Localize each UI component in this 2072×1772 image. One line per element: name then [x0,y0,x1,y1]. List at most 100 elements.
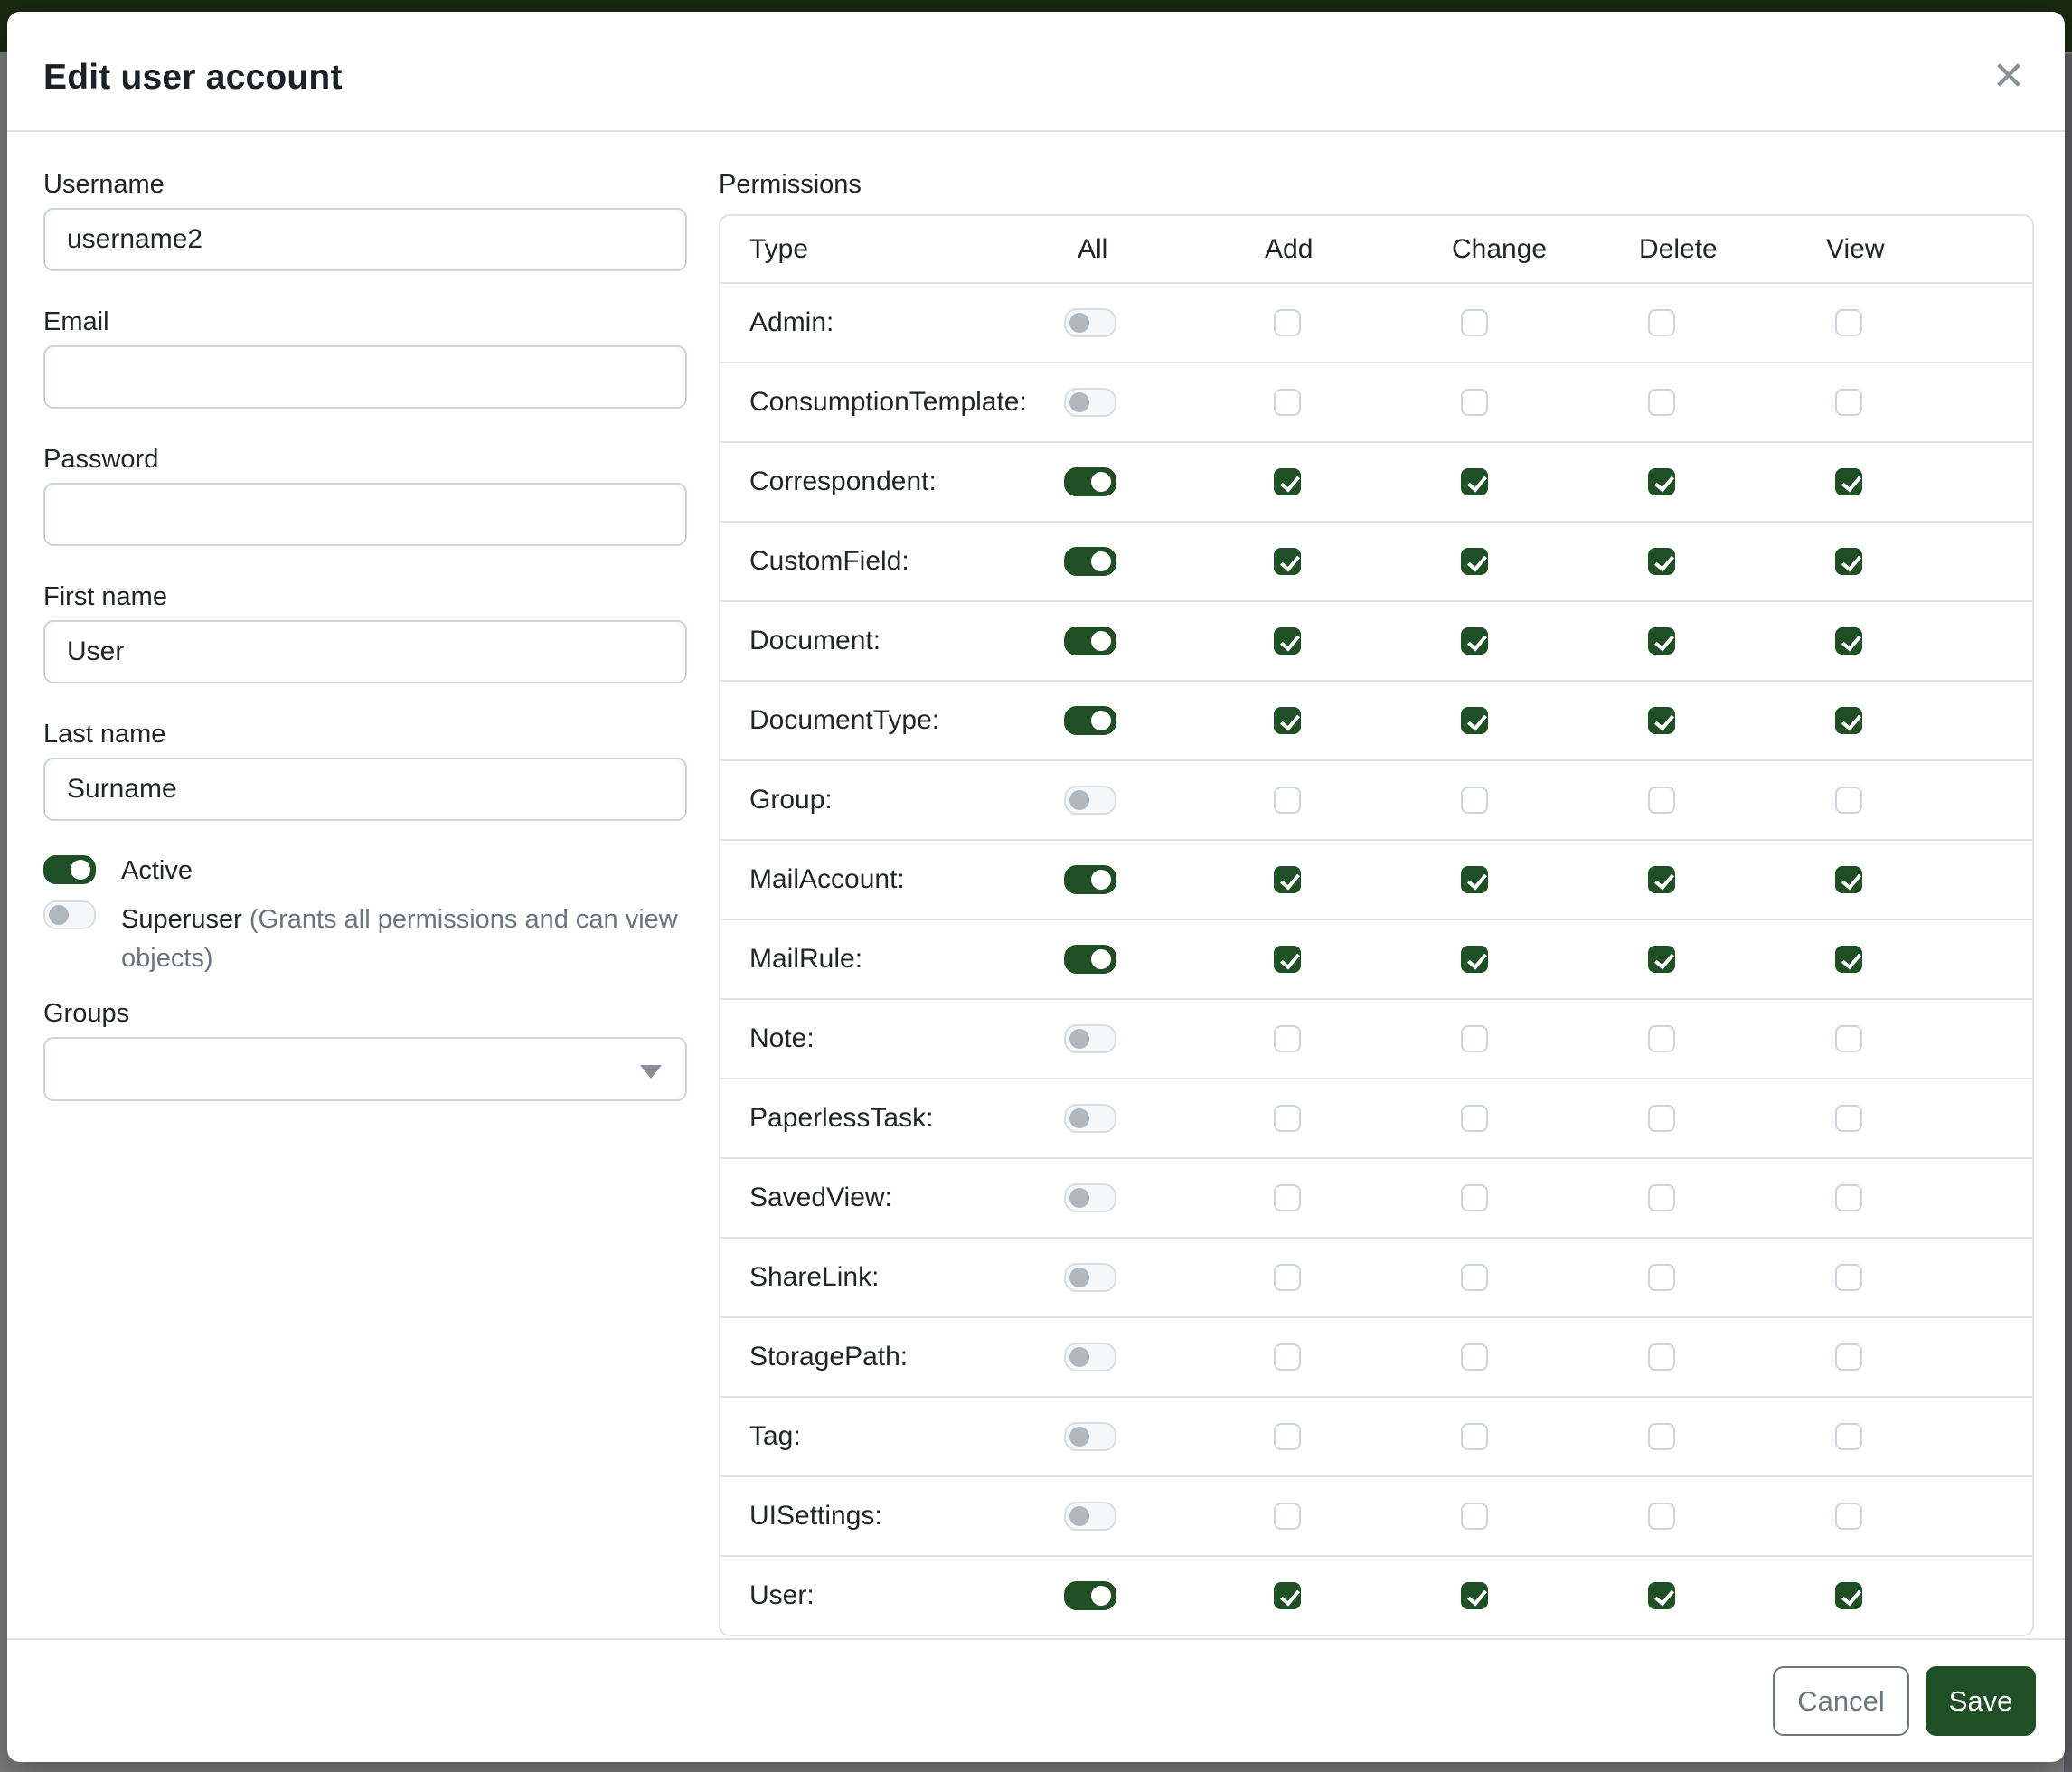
password-field[interactable] [43,483,687,546]
permission-view-checkbox[interactable] [1835,548,1862,575]
permission-view-checkbox[interactable] [1835,1184,1862,1211]
permission-view-checkbox[interactable] [1835,787,1862,814]
permission-add-checkbox[interactable] [1274,1184,1301,1211]
permission-delete-checkbox[interactable] [1648,1105,1675,1132]
permission-add-checkbox[interactable] [1274,946,1301,973]
permission-add-checkbox[interactable] [1274,1423,1301,1450]
permission-change-checkbox[interactable] [1461,946,1488,973]
save-button[interactable]: Save [1926,1666,2036,1736]
permission-delete-checkbox[interactable] [1648,1503,1675,1530]
permission-view-checkbox[interactable] [1835,468,1862,495]
permission-all-toggle[interactable] [1064,1343,1116,1371]
permission-view-checkbox[interactable] [1835,1264,1862,1291]
permission-delete-checkbox[interactable] [1648,627,1675,655]
permission-change-checkbox[interactable] [1461,1503,1488,1530]
permission-add-checkbox[interactable] [1274,866,1301,893]
permission-view-checkbox[interactable] [1835,1582,1862,1609]
permission-change-checkbox[interactable] [1461,1582,1488,1609]
permission-add-checkbox[interactable] [1274,1105,1301,1132]
permission-view-checkbox[interactable] [1835,707,1862,734]
permission-row: Note: [720,998,2032,1078]
permission-add-checkbox[interactable] [1274,389,1301,416]
username-label: Username [43,168,687,201]
permission-change-checkbox[interactable] [1461,1264,1488,1291]
permission-view-checkbox[interactable] [1835,1105,1862,1132]
permission-delete-checkbox[interactable] [1648,1184,1675,1211]
permission-add-checkbox[interactable] [1274,1264,1301,1291]
permission-all-toggle[interactable] [1064,547,1116,576]
first-name-input[interactable] [43,620,687,683]
permission-all-toggle[interactable] [1064,1183,1116,1212]
cancel-button[interactable]: Cancel [1773,1666,1909,1736]
permission-change-checkbox[interactable] [1461,1025,1488,1052]
column-header-add: Add [1238,234,1425,265]
permission-delete-checkbox[interactable] [1648,1582,1675,1609]
permission-all-toggle[interactable] [1064,945,1116,974]
permission-add-checkbox[interactable] [1274,1503,1301,1530]
permission-change-checkbox[interactable] [1461,627,1488,655]
permission-delete-checkbox[interactable] [1648,707,1675,734]
permission-delete-checkbox[interactable] [1648,548,1675,575]
permission-delete-checkbox[interactable] [1648,468,1675,495]
permission-all-toggle[interactable] [1064,388,1116,417]
permission-delete-checkbox[interactable] [1648,1423,1675,1450]
permission-view-checkbox[interactable] [1835,309,1862,336]
permission-change-checkbox[interactable] [1461,787,1488,814]
permission-change-checkbox[interactable] [1461,389,1488,416]
permission-delete-checkbox[interactable] [1648,787,1675,814]
permission-all-toggle[interactable] [1064,1024,1116,1053]
permission-delete-checkbox[interactable] [1648,946,1675,973]
permission-change-checkbox[interactable] [1461,468,1488,495]
permission-all-toggle[interactable] [1064,786,1116,815]
permission-view-checkbox[interactable] [1835,627,1862,655]
permission-all-toggle[interactable] [1064,627,1116,655]
permission-delete-checkbox[interactable] [1648,389,1675,416]
last-name-input[interactable] [43,758,687,821]
permission-add-checkbox[interactable] [1274,1025,1301,1052]
permission-all-toggle[interactable] [1064,706,1116,735]
permission-change-checkbox[interactable] [1461,1343,1488,1371]
permission-add-checkbox[interactable] [1274,548,1301,575]
permission-change-checkbox[interactable] [1461,548,1488,575]
permission-delete-checkbox[interactable] [1648,309,1675,336]
permission-change-checkbox[interactable] [1461,866,1488,893]
permission-delete-checkbox[interactable] [1648,866,1675,893]
permission-view-checkbox[interactable] [1835,1423,1862,1450]
permission-change-checkbox[interactable] [1461,1105,1488,1132]
permission-add-checkbox[interactable] [1274,468,1301,495]
permission-delete-checkbox[interactable] [1648,1025,1675,1052]
permission-add-checkbox[interactable] [1274,1582,1301,1609]
permission-delete-checkbox[interactable] [1648,1343,1675,1371]
permission-change-checkbox[interactable] [1461,1184,1488,1211]
email-field[interactable] [43,345,687,409]
permission-view-checkbox[interactable] [1835,946,1862,973]
permission-all-toggle[interactable] [1064,1104,1116,1133]
permission-row: UISettings: [720,1475,2032,1555]
permission-all-toggle[interactable] [1064,308,1116,337]
close-icon[interactable]: ✕ [1980,48,2038,106]
permission-add-checkbox[interactable] [1274,707,1301,734]
permission-all-toggle[interactable] [1064,865,1116,894]
permission-delete-checkbox[interactable] [1648,1264,1675,1291]
permission-add-checkbox[interactable] [1274,627,1301,655]
permission-view-checkbox[interactable] [1835,1343,1862,1371]
permission-change-checkbox[interactable] [1461,309,1488,336]
username-input[interactable] [43,208,687,271]
permission-view-checkbox[interactable] [1835,389,1862,416]
groups-select[interactable] [43,1037,687,1101]
permission-change-checkbox[interactable] [1461,707,1488,734]
permission-all-toggle[interactable] [1064,1263,1116,1292]
permission-change-checkbox[interactable] [1461,1423,1488,1450]
permission-view-checkbox[interactable] [1835,1503,1862,1530]
permission-all-toggle[interactable] [1064,1502,1116,1531]
permission-add-checkbox[interactable] [1274,1343,1301,1371]
permission-all-toggle[interactable] [1064,1581,1116,1610]
permission-view-checkbox[interactable] [1835,1025,1862,1052]
active-toggle[interactable] [43,855,96,884]
permission-add-checkbox[interactable] [1274,787,1301,814]
permission-add-checkbox[interactable] [1274,309,1301,336]
permission-all-toggle[interactable] [1064,467,1116,496]
permission-all-toggle[interactable] [1064,1422,1116,1451]
permission-view-checkbox[interactable] [1835,866,1862,893]
superuser-toggle[interactable] [43,900,96,929]
